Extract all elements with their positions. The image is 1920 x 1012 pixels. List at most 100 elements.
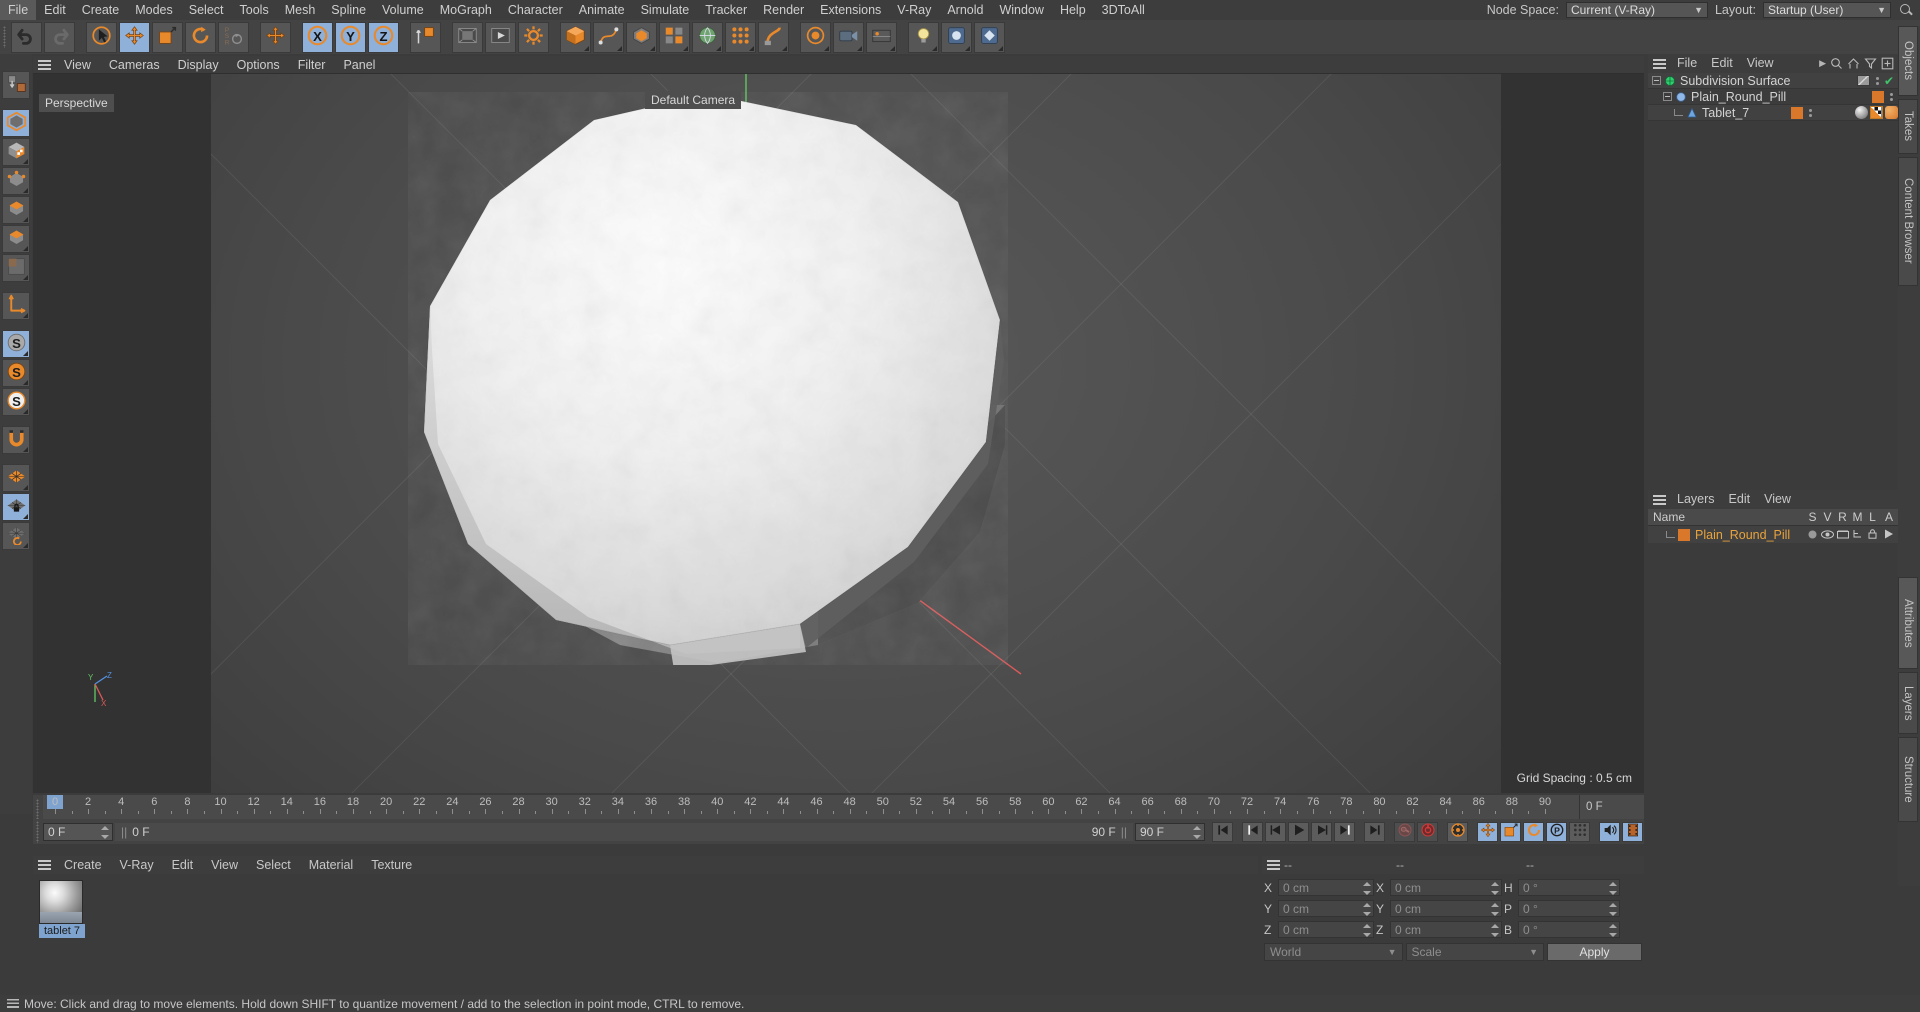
- point-mode-button[interactable]: [2, 167, 30, 195]
- redo-button[interactable]: [44, 21, 75, 53]
- spinner-icon[interactable]: [1363, 924, 1371, 937]
- menu-modes[interactable]: Modes: [127, 0, 181, 20]
- hamburger-icon[interactable]: [1262, 856, 1284, 874]
- stage-button[interactable]: [866, 21, 897, 53]
- coord-field-position-y[interactable]: 0 cm: [1278, 900, 1374, 917]
- menu-file[interactable]: File: [0, 0, 37, 20]
- material-menu-edit[interactable]: Edit: [163, 856, 203, 874]
- menu-window[interactable]: Window: [991, 0, 1051, 20]
- coord-field-position-x[interactable]: 0 cm: [1278, 879, 1374, 896]
- hamburger-icon[interactable]: [1648, 491, 1670, 509]
- search-icon[interactable]: [1830, 57, 1843, 70]
- layer-manager-icon[interactable]: [1850, 528, 1865, 542]
- viewport-menu-panel[interactable]: Panel: [334, 56, 384, 74]
- check-icon[interactable]: ✔: [1884, 74, 1898, 88]
- rotate-button[interactable]: [185, 21, 216, 53]
- add-cube-button[interactable]: [560, 21, 591, 53]
- point-level-animation-button[interactable]: [1569, 821, 1590, 842]
- laymgr-menu-layers[interactable]: Layers: [1670, 490, 1722, 509]
- live-selection-button[interactable]: [86, 21, 117, 53]
- menu-simulate[interactable]: Simulate: [633, 0, 698, 20]
- workplane-button[interactable]: [2, 464, 30, 492]
- vray-object-button[interactable]: [974, 21, 1005, 53]
- material-list[interactable]: tablet 7: [33, 874, 1258, 996]
- material-tag-icon[interactable]: [1855, 106, 1868, 119]
- right-tab-content-browser[interactable]: Content Browser: [1898, 156, 1918, 286]
- model-mode-button[interactable]: [2, 109, 30, 137]
- hamburger-icon[interactable]: [33, 56, 55, 74]
- object-tags[interactable]: [1855, 106, 1898, 119]
- add-spline-button[interactable]: [593, 21, 624, 53]
- step-forward-button[interactable]: [1311, 821, 1332, 842]
- undo-button[interactable]: [11, 21, 42, 53]
- coord-field-position-z[interactable]: 0 cm: [1278, 921, 1374, 938]
- viewport-menu-display[interactable]: Display: [169, 56, 228, 74]
- right-tab-structure[interactable]: Structure: [1898, 737, 1918, 822]
- menu-mesh[interactable]: Mesh: [277, 0, 324, 20]
- field-button[interactable]: [800, 21, 831, 53]
- apply-button[interactable]: Apply: [1547, 943, 1642, 961]
- film-strip-button[interactable]: [1622, 821, 1643, 842]
- spinner-icon[interactable]: [1363, 882, 1371, 895]
- spinner-icon[interactable]: [1491, 903, 1499, 916]
- go-to-start-button[interactable]: [1212, 821, 1233, 842]
- quantize-button[interactable]: S: [2, 388, 30, 416]
- coord-field-size-y[interactable]: 0 cm: [1390, 900, 1502, 917]
- mograph-button[interactable]: [725, 21, 756, 53]
- material-menu-create[interactable]: Create: [55, 856, 111, 874]
- texture-mode-button[interactable]: [2, 138, 30, 166]
- pill-3d-object[interactable]: [408, 92, 1008, 665]
- menu-mograph[interactable]: MoGraph: [432, 0, 500, 20]
- node-space-dropdown[interactable]: Current (V-Ray) ▼: [1565, 2, 1708, 18]
- modeling-objects-button[interactable]: [659, 21, 690, 53]
- spinner-icon[interactable]: [1609, 903, 1617, 916]
- menu-tracker[interactable]: Tracker: [697, 0, 755, 20]
- toolbar-grip[interactable]: [0, 22, 10, 52]
- layer-animation-icon[interactable]: [1880, 528, 1898, 542]
- render-to-picture-viewer-button[interactable]: [485, 21, 516, 53]
- material-menu-view[interactable]: View: [202, 856, 247, 874]
- material-menu-v-ray[interactable]: V-Ray: [111, 856, 163, 874]
- timeline-ruler[interactable]: 0 2 4 6 8 10 12 14 16 18 20 22 24 26 28 30 32 34 36 38 40 42 4…: [43, 795, 1644, 819]
- viewport-3d[interactable]: Perspective Default Camera Grid Spacing …: [33, 74, 1644, 793]
- layer-color-tag[interactable]: [1872, 90, 1884, 103]
- phong-tag-icon[interactable]: [1885, 106, 1898, 119]
- menu-help[interactable]: Help: [1052, 0, 1094, 20]
- visibility-dots[interactable]: [1887, 92, 1895, 101]
- object-row[interactable]: Tablet_7: [1648, 105, 1898, 121]
- lock-y-button[interactable]: Y: [335, 21, 366, 53]
- display-tag-icon[interactable]: [1857, 75, 1870, 86]
- material-menu-material[interactable]: Material: [300, 856, 362, 874]
- viewport-menu-options[interactable]: Options: [228, 56, 289, 74]
- object-tree[interactable]: Subdivision Surface ✔ Plain_Round_Pill Tabl…: [1648, 73, 1898, 121]
- nurbs-button[interactable]: [626, 21, 657, 53]
- scene-objects-button[interactable]: [692, 21, 723, 53]
- viewport-menu-view[interactable]: View: [55, 56, 100, 74]
- parameter-key-button[interactable]: P: [1546, 821, 1567, 842]
- lock-x-button[interactable]: X: [302, 21, 333, 53]
- timeline-current-frame[interactable]: 0 F: [1579, 795, 1644, 819]
- right-tab-attributes[interactable]: Attributes: [1898, 576, 1918, 669]
- preview-range-track[interactable]: || 0 F 90 F ||: [115, 822, 1133, 841]
- menu-3dtoall[interactable]: 3DToAll: [1094, 0, 1153, 20]
- coord-field-size-x[interactable]: 0 cm: [1390, 879, 1502, 896]
- coord-field-rotation-b[interactable]: 0 °: [1518, 921, 1620, 938]
- position-key-button[interactable]: [1477, 821, 1498, 842]
- layer-render-icon[interactable]: [1835, 528, 1850, 542]
- uvw-tag-icon[interactable]: [1870, 106, 1883, 119]
- end-frame-field[interactable]: 90 F: [1135, 822, 1205, 841]
- layer-row[interactable]: Plain_Round_Pill: [1648, 526, 1898, 543]
- camera-button[interactable]: [833, 21, 864, 53]
- menu-character[interactable]: Character: [500, 0, 571, 20]
- material-menu-select[interactable]: Select: [247, 856, 300, 874]
- layer-solo-icon[interactable]: [1805, 528, 1820, 542]
- object-row[interactable]: Subdivision Surface ✔: [1648, 73, 1898, 89]
- menu-v-ray[interactable]: V-Ray: [889, 0, 939, 20]
- coord-system-dropdown[interactable]: World ▼: [1264, 943, 1403, 961]
- coord-field-size-z[interactable]: 0 cm: [1390, 921, 1502, 938]
- world-axis-button[interactable]: [260, 21, 291, 53]
- viewport-menu-cameras[interactable]: Cameras: [100, 56, 169, 74]
- uv-mode-button[interactable]: [2, 254, 30, 282]
- scale-key-button[interactable]: [1500, 821, 1521, 842]
- vray-light-button[interactable]: [941, 21, 972, 53]
